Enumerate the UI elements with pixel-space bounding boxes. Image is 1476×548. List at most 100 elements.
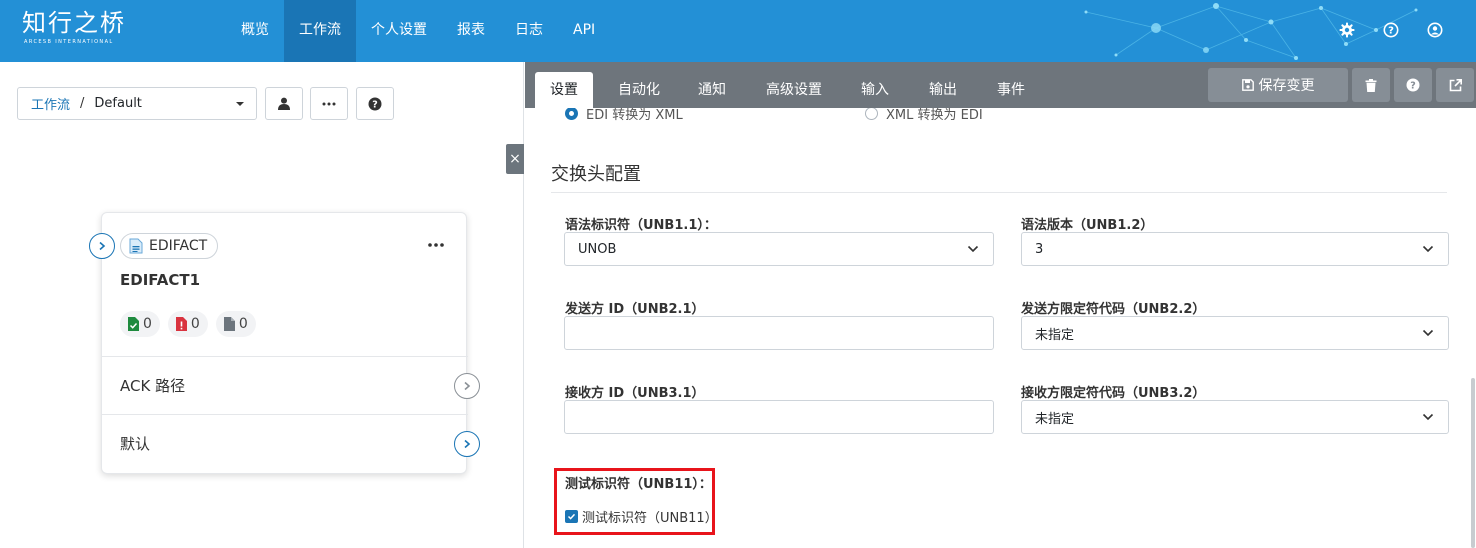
- breadcrumb-link[interactable]: 工作流: [31, 94, 70, 113]
- connector-card[interactable]: EDIFACT EDIFACT1 0 0 0 ACK 路径 默认: [89, 212, 480, 474]
- section-divider: [551, 192, 1447, 193]
- file-counters: 0 0 0: [120, 311, 256, 337]
- chevron-down-icon: [1422, 413, 1434, 421]
- file-check-icon: [128, 317, 139, 331]
- svg-text:?: ?: [372, 99, 378, 110]
- chevron-right-icon: [464, 439, 471, 449]
- svg-text:?: ?: [1388, 26, 1394, 37]
- floppy-disk-icon: [1241, 79, 1254, 91]
- sender-id-label: 发送方 ID（UNB2.1）: [565, 302, 705, 317]
- input-port[interactable]: [89, 233, 115, 259]
- syntax-version-select[interactable]: 3: [1021, 232, 1449, 266]
- save-changes-button[interactable]: 保存变更: [1208, 68, 1348, 102]
- help-circle-icon[interactable]: ?: [1380, 19, 1402, 41]
- edifact-file-icon: [129, 238, 143, 254]
- sender-qualifier-label: 发送方限定符代码（UNB2.2）: [1021, 302, 1206, 317]
- chevron-right-icon: [99, 241, 106, 251]
- card-row-default[interactable]: 默认: [102, 414, 480, 472]
- syntax-version-label: 语法版本（UNB1.2）: [1021, 218, 1154, 233]
- close-panel-button[interactable]: ×: [506, 144, 524, 174]
- chevron-right-icon: [464, 381, 471, 391]
- more-options-button[interactable]: [310, 87, 348, 120]
- syntax-id-value: UNOB: [578, 241, 617, 257]
- svg-text:?: ?: [1410, 81, 1416, 92]
- trash-icon: [1365, 78, 1377, 92]
- nav-item-api[interactable]: API: [558, 0, 610, 62]
- receiver-qualifier-select[interactable]: 未指定: [1021, 400, 1449, 434]
- chevron-down-icon: [1422, 245, 1434, 253]
- error-counter[interactable]: 0: [167, 311, 208, 337]
- default-path-label: 默认: [120, 435, 151, 453]
- sender-qualifier-value: 未指定: [1035, 327, 1075, 343]
- settings-panel: EDI 转换为 XML XML 转换为 EDI 交换头配置 语法标识符（UNB1…: [525, 62, 1476, 548]
- user-button[interactable]: [265, 87, 303, 120]
- scrollbar-thumb[interactable]: [1471, 378, 1475, 548]
- tab-notifications[interactable]: 通知: [687, 72, 737, 108]
- delete-button[interactable]: [1352, 68, 1390, 102]
- receiver-qualifier-label: 接收方限定符代码（UNB3.2）: [1021, 386, 1206, 401]
- ack-output-port[interactable]: [454, 373, 480, 399]
- radio-unchecked-icon: [865, 107, 878, 120]
- ack-path-label: ACK 路径: [120, 377, 186, 395]
- connector-type-label: EDIFACT: [149, 238, 208, 254]
- connector-type-badge: EDIFACT: [120, 233, 219, 259]
- settings-tabbar: 设置 自动化 通知 高级设置 输入 输出 事件 保存变更 ?: [525, 62, 1476, 108]
- logo-subtext: ARCESB INTERNATIONAL: [24, 39, 114, 45]
- highlight-box: [554, 468, 715, 535]
- tab-settings[interactable]: 设置: [535, 72, 593, 108]
- help-button[interactable]: ?: [1394, 68, 1432, 102]
- nav-item-overview[interactable]: 概览: [226, 0, 284, 62]
- user-circle-icon[interactable]: [1424, 19, 1446, 41]
- main-nav: 概览 工作流 个人设置 报表 日志 API: [226, 0, 610, 62]
- nav-item-logs[interactable]: 日志: [500, 0, 558, 62]
- tab-advanced[interactable]: 高级设置: [757, 72, 831, 108]
- nav-item-profile[interactable]: 个人设置: [356, 0, 442, 62]
- help-icon: ?: [368, 97, 382, 110]
- gear-icon[interactable]: [1336, 19, 1358, 41]
- user-icon: [278, 97, 290, 110]
- file-icon: [223, 317, 235, 331]
- success-counter[interactable]: 0: [120, 311, 160, 337]
- default-output-port[interactable]: [454, 431, 480, 457]
- connector-name: EDIFACT1: [120, 271, 201, 289]
- nav-item-reports[interactable]: 报表: [442, 0, 500, 62]
- syntax-id-label: 语法标识符（UNB1.1）：: [565, 218, 717, 233]
- breadcrumb-separator: /: [80, 96, 85, 111]
- open-external-button[interactable]: [1436, 68, 1474, 102]
- receiver-qualifier-value: 未指定: [1035, 411, 1075, 427]
- syntax-version-value: 3: [1035, 241, 1044, 257]
- help-icon: ?: [1406, 78, 1420, 92]
- pending-count: 0: [238, 316, 248, 332]
- help-button[interactable]: ?: [356, 87, 394, 120]
- receiver-id-input[interactable]: [564, 400, 994, 434]
- syntax-id-select[interactable]: UNOB: [564, 232, 994, 266]
- section-title: 交换头配置: [551, 164, 641, 185]
- file-error-icon: [175, 317, 187, 331]
- success-count: 0: [143, 316, 152, 332]
- workspace-selector[interactable]: 工作流 / Default: [17, 87, 257, 120]
- breadcrumb-current: Default: [94, 96, 142, 111]
- tab-events[interactable]: 事件: [987, 72, 1035, 108]
- brand-logo[interactable]: 知行之桥 ARCESB INTERNATIONAL: [22, 8, 126, 46]
- ellipsis-icon[interactable]: [428, 237, 444, 247]
- more-icon: [322, 102, 336, 105]
- top-navbar: 知行之桥 ARCESB INTERNATIONAL 概览 工作流 个人设置 报表…: [0, 0, 1476, 62]
- save-changes-label: 保存变更: [1258, 78, 1315, 94]
- sender-id-input[interactable]: [564, 316, 994, 350]
- tab-automation[interactable]: 自动化: [607, 72, 671, 108]
- chevron-down-icon: [967, 245, 979, 253]
- nav-icons: ?: [1336, 19, 1446, 41]
- radio-checked-icon: [565, 107, 578, 120]
- external-link-icon: [1449, 78, 1462, 91]
- logo-text: 知行之桥: [22, 9, 126, 37]
- tab-input[interactable]: 输入: [851, 72, 899, 108]
- tab-output[interactable]: 输出: [919, 72, 967, 108]
- card-row-ack-path[interactable]: ACK 路径: [102, 356, 480, 414]
- sender-qualifier-select[interactable]: 未指定: [1021, 316, 1449, 350]
- receiver-id-label: 接收方 ID（UNB3.1）: [565, 386, 705, 401]
- nav-item-workflow[interactable]: 工作流: [284, 0, 356, 62]
- chevron-down-icon: [1422, 329, 1434, 337]
- pending-counter[interactable]: 0: [215, 311, 256, 337]
- caret-down-icon: [236, 102, 244, 106]
- error-count: 0: [190, 316, 200, 332]
